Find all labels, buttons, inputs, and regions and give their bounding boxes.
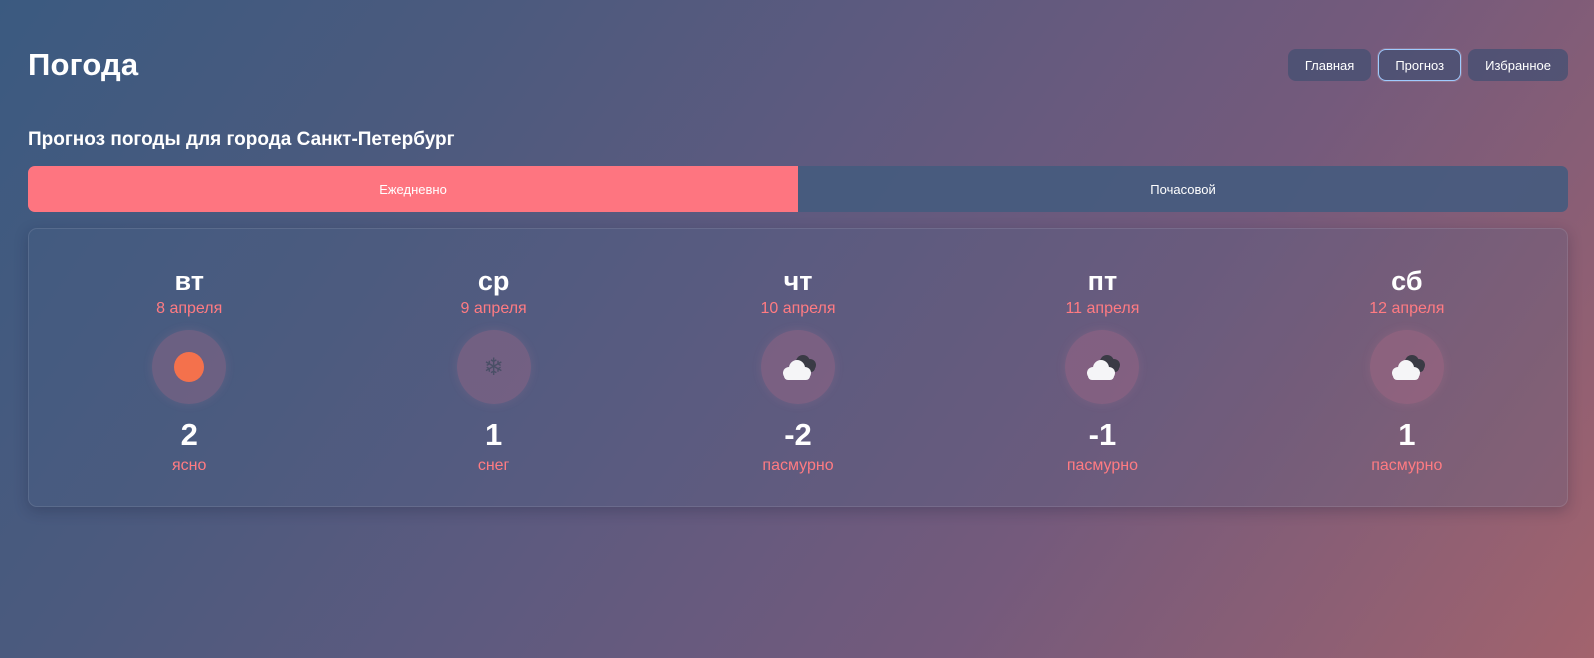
- day-date: 9 апреля: [460, 300, 527, 317]
- weather-icon-container: [1369, 330, 1444, 404]
- day-name: вт: [174, 266, 204, 296]
- temperature: 1: [1398, 417, 1416, 452]
- day-name: ср: [477, 266, 510, 296]
- condition: пасмурно: [1371, 457, 1443, 474]
- sun-icon: [174, 352, 205, 382]
- temperature: -2: [784, 417, 812, 452]
- cloud-icon: [1391, 355, 1425, 380]
- weather-icon-container: [1065, 330, 1140, 404]
- tab-daily[interactable]: Ежедневно: [28, 166, 798, 212]
- day-name: чт: [783, 266, 813, 296]
- day-date: 11 апреля: [1065, 300, 1140, 317]
- weather-icon-container: [152, 330, 227, 404]
- temperature: -1: [1088, 417, 1117, 452]
- app-title: Погода: [28, 47, 139, 82]
- day-card: пт 11 апреля -1 пасмурно: [950, 229, 1254, 506]
- condition: снег: [477, 457, 510, 474]
- snowflake-icon: ❄: [483, 353, 504, 381]
- header: Погода Главная Прогноз Избранное: [28, 44, 1568, 88]
- cloud-icon: [1087, 355, 1121, 380]
- forecast-mode-tabs: Ежедневно Почасовой: [28, 166, 1568, 212]
- condition: ясно: [172, 457, 207, 474]
- main-nav: Главная Прогноз Избранное: [1287, 49, 1568, 81]
- day-date: 8 апреля: [156, 300, 223, 317]
- day-card: чт 10 апреля -2 пасмурно: [646, 229, 950, 506]
- page: Погода Главная Прогноз Избранное Прогноз…: [28, 0, 1568, 658]
- forecast-panel: вт 8 апреля 2 ясно ср 9 апреля ❄ 1 снег …: [28, 228, 1568, 507]
- temperature: 2: [180, 417, 198, 452]
- day-date: 12 апреля: [1369, 300, 1445, 317]
- nav-favorites-button[interactable]: Избранное: [1468, 49, 1568, 81]
- day-card: сб 12 апреля 1 пасмурно: [1255, 229, 1559, 506]
- day-card: ср 9 апреля ❄ 1 снег: [341, 229, 645, 506]
- nav-forecast-button[interactable]: Прогноз: [1378, 49, 1462, 81]
- page-heading: Прогноз погоды для города Санкт-Петербур…: [28, 129, 455, 150]
- temperature: 1: [484, 417, 503, 452]
- condition: пасмурно: [1066, 457, 1139, 474]
- day-name: сб: [1391, 266, 1423, 296]
- weather-icon-container: ❄: [456, 330, 531, 404]
- day-name: пт: [1087, 266, 1118, 296]
- nav-home-button[interactable]: Главная: [1287, 49, 1372, 81]
- weather-icon-container: [761, 330, 836, 404]
- day-date: 10 апреля: [760, 300, 836, 317]
- condition: пасмурно: [762, 457, 834, 474]
- tab-hourly[interactable]: Почасовой: [798, 166, 1568, 212]
- day-card: вт 8 апреля 2 ясно: [37, 229, 341, 506]
- cloud-icon: [783, 355, 817, 380]
